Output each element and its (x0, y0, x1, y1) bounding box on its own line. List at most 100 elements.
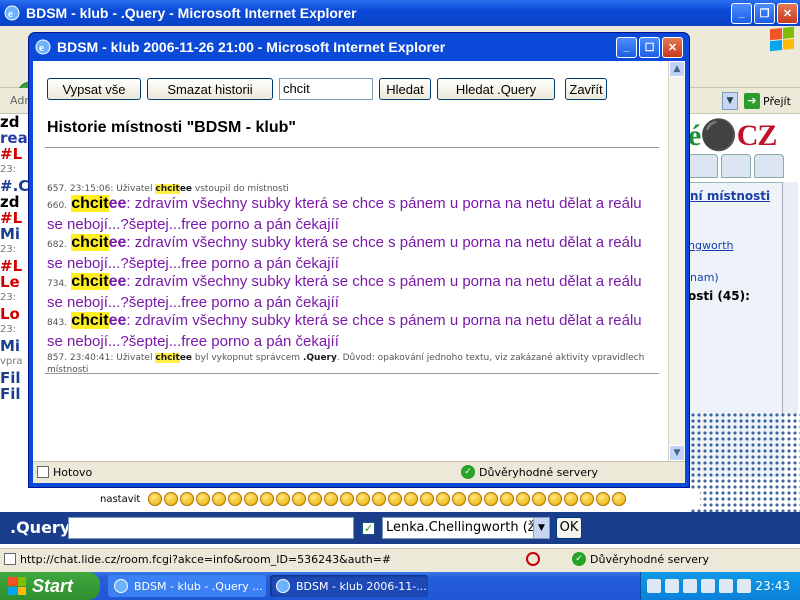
smiley-icon[interactable] (148, 492, 163, 506)
background-title-bar[interactable]: e BDSM - klub - .Query - Microsoft Inter… (0, 0, 800, 26)
user-nick[interactable]: chcit (155, 184, 180, 194)
history-popup-window: e BDSM - klub 2006-11-26 21:00 - Microso… (28, 32, 690, 488)
popup-title-bar[interactable]: e BDSM - klub 2006-11-26 21:00 - Microso… (33, 33, 685, 61)
smiley-icon[interactable] (308, 492, 323, 506)
recipient-select[interactable]: Lenka.Chellingworth (ž) ▼ (382, 517, 550, 539)
clear-history-button[interactable]: Smazat historii (147, 78, 273, 100)
popup-scrollbar[interactable]: ▲ ▼ (668, 61, 685, 461)
history-controls: Vypsat vše Smazat historii chcit Hledat … (47, 77, 607, 101)
tray-icon[interactable] (737, 579, 751, 593)
chat-message: 734. chcitee: zdravím všechny subky kter… (47, 273, 642, 311)
popup-close-button[interactable]: ✕ (662, 36, 683, 58)
room-info-link[interactable]: ní místnosti (690, 189, 770, 203)
user-nick[interactable]: chcit (71, 195, 109, 212)
smiley-icon[interactable] (468, 492, 483, 506)
smiley-icon[interactable] (420, 492, 435, 506)
popup-minimize-button[interactable]: _ (616, 36, 637, 58)
smiley-icon[interactable] (228, 492, 243, 506)
tab-settings-icon[interactable] (688, 154, 718, 178)
smiley-icon[interactable] (276, 492, 291, 506)
tab-help-icon[interactable] (754, 154, 784, 178)
smiley-icon[interactable] (404, 492, 419, 506)
maximize-button[interactable]: ❐ (754, 2, 775, 24)
user-nick[interactable]: chcit (71, 234, 109, 251)
smiley-icon[interactable] (500, 492, 515, 506)
smiley-icon[interactable] (244, 492, 259, 506)
tray-icon[interactable] (647, 579, 661, 593)
address-dropdown-icon[interactable]: ▼ (722, 92, 738, 110)
side-panel-scrollbar[interactable] (782, 182, 798, 414)
user-nick[interactable]: chcit (155, 353, 180, 363)
smiley-icon[interactable] (596, 492, 611, 506)
smiley-icon[interactable] (340, 492, 355, 506)
windows-logo-icon (770, 26, 794, 52)
close-button[interactable]: ✕ (777, 2, 798, 24)
status-url: http://chat.lide.cz/room.fcgi?akce=info&… (20, 553, 392, 566)
admin-nick[interactable]: .Query (303, 353, 337, 363)
smiley-icon[interactable] (516, 492, 531, 506)
go-button[interactable]: ➔ Přejít (744, 92, 796, 110)
tray-icon[interactable] (683, 579, 697, 593)
tray-icon[interactable] (701, 579, 715, 593)
internet-explorer-icon: e (4, 5, 20, 21)
user-link[interactable]: ngworth (688, 239, 734, 252)
divider (45, 147, 659, 148)
smiley-settings-label[interactable]: nastavit (100, 494, 140, 505)
smiley-icon[interactable] (292, 492, 307, 506)
smiley-icon[interactable] (484, 492, 499, 506)
internet-explorer-icon (276, 579, 290, 593)
smiley-icon[interactable] (388, 492, 403, 506)
divider (45, 373, 659, 374)
user-name-partial[interactable]: nam) (690, 271, 719, 284)
smiley-icon[interactable] (452, 492, 467, 506)
message-input[interactable] (68, 517, 354, 539)
popup-maximize-button[interactable]: ☐ (639, 36, 660, 58)
history-messages: 657. 23:15:06: Uživatel chcitee vstoupil… (47, 183, 661, 376)
popup-body: Vypsat vše Smazat historii chcit Hledat … (33, 61, 685, 483)
smiley-icon[interactable] (196, 492, 211, 506)
user-nick[interactable]: chcit (71, 312, 109, 329)
smiley-icon[interactable] (548, 492, 563, 506)
taskbar-item-history[interactable]: BDSM - klub 2006-11-... (270, 575, 428, 597)
popup-blocked-icon[interactable] (526, 552, 540, 566)
smiley-icon[interactable] (532, 492, 547, 506)
internet-explorer-icon: e (35, 39, 51, 55)
taskbar-item-chat[interactable]: BDSM - klub - .Query ... (108, 575, 266, 597)
user-nick[interactable]: chcit (71, 273, 109, 290)
chat-message: 682. chcitee: zdravím všechny subky kter… (47, 234, 642, 272)
smiley-icon[interactable] (612, 492, 627, 506)
smiley-icon[interactable] (180, 492, 195, 506)
clock: 23:43 (755, 579, 790, 593)
close-history-button[interactable]: Zavřít (565, 78, 607, 100)
search-button[interactable]: Hledat (379, 78, 431, 100)
scroll-up-icon[interactable]: ▲ (669, 61, 685, 77)
scroll-down-icon[interactable]: ▼ (669, 445, 685, 461)
users-count: osti (45): (688, 289, 750, 303)
tab-hearts-icon[interactable] (721, 154, 751, 178)
background-window-title: BDSM - klub - .Query - Microsoft Interne… (26, 5, 357, 21)
search-query-button[interactable]: Hledat .Query (437, 78, 555, 100)
chevron-down-icon: ▼ (533, 518, 549, 538)
smiley-icon[interactable] (372, 492, 387, 506)
start-button[interactable]: Start (0, 572, 100, 600)
message-input-bar: .Query: ✓ Lenka.Chellingworth (ž) ▼ OK (0, 512, 800, 544)
list-all-button[interactable]: Vypsat vše (47, 78, 141, 100)
whisper-checkbox[interactable]: ✓ (362, 522, 375, 535)
chat-message: 660. chcitee: zdravím všechny subky kter… (47, 195, 642, 233)
tray-icon[interactable] (665, 579, 679, 593)
tray-icon[interactable] (719, 579, 733, 593)
search-input[interactable]: chcit (279, 78, 373, 100)
smiley-icon[interactable] (564, 492, 579, 506)
status-done: Hotovo (53, 466, 93, 479)
smiley-icon[interactable] (580, 492, 595, 506)
smiley-icon[interactable] (356, 492, 371, 506)
popup-status-bar: Hotovo ✓ Důvěryhodné servery (33, 461, 685, 483)
smiley-icon[interactable] (212, 492, 227, 506)
smiley-icon[interactable] (164, 492, 179, 506)
smiley-icon[interactable] (260, 492, 275, 506)
smiley-icon[interactable] (324, 492, 339, 506)
smiley-icon[interactable] (436, 492, 451, 506)
minimize-button[interactable]: _ (731, 2, 752, 24)
svg-text:e: e (8, 8, 13, 20)
send-button[interactable]: OK (556, 517, 582, 539)
